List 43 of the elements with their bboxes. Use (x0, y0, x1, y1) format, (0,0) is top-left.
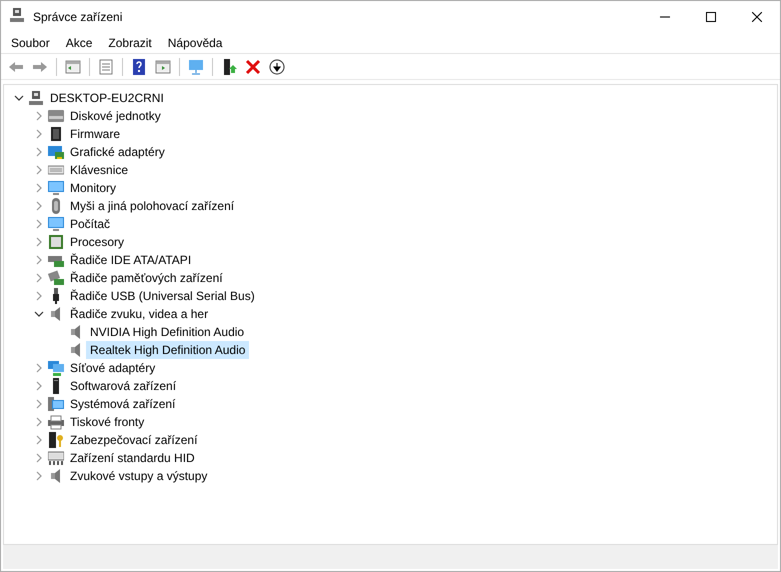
tree-item[interactable]: DESKTOP-EU2CRNI (46, 89, 168, 107)
tree-item[interactable]: Zařízení standardu HID (66, 449, 199, 467)
tree-item[interactable]: Firmware (66, 125, 124, 143)
tree-item[interactable]: Tiskové fronty (66, 413, 148, 431)
tree-item[interactable]: Klávesnice (66, 161, 132, 179)
tree-item[interactable]: NVIDIA High Definition Audio (86, 323, 248, 341)
keyboard-icon (48, 450, 64, 466)
tower-key-icon (48, 432, 64, 448)
tree-item[interactable]: Síťové adaptéry (66, 359, 160, 377)
processor-icon (48, 234, 64, 250)
monitor-icon (48, 216, 64, 232)
display-card-icon (48, 144, 64, 160)
window-title: Správce zařízeni (33, 10, 124, 24)
tree-item[interactable]: Řadiče IDE ATA/ATAPI (66, 251, 196, 269)
tree-item[interactable]: Počítač (66, 215, 114, 233)
printer-icon (48, 414, 64, 430)
monitor-icon (48, 180, 64, 196)
chip-icon (48, 126, 64, 142)
tree-item[interactable]: Grafické adaptéry (66, 143, 169, 161)
system-icon (48, 396, 64, 412)
menu-item[interactable]: Nápověda (160, 34, 230, 52)
tree-item[interactable]: Softwarová zařízení (66, 377, 180, 395)
tree-item[interactable]: Procesory (66, 233, 128, 251)
tree-item[interactable]: Monitory (66, 179, 120, 197)
tree-item[interactable]: Myši a jiná polohovací zařízení (66, 197, 238, 215)
computer-icon (9, 7, 25, 23)
menu-item[interactable]: Zobrazit (100, 34, 160, 52)
tree-item[interactable]: Řadiče USB (Universal Serial Bus) (66, 287, 259, 305)
tree-item[interactable]: Řadiče paměťových zařízení (66, 269, 227, 287)
tree-item[interactable]: Zvukové vstupy a výstupy (66, 467, 212, 485)
computer-icon (28, 90, 44, 106)
drive-icon (48, 108, 64, 124)
tree-item[interactable]: Zabezpečovací zařízení (66, 431, 202, 449)
menu-item[interactable]: Akce (58, 34, 100, 52)
tree-item[interactable]: Diskové jednotky (66, 107, 165, 125)
network-icon (48, 360, 64, 376)
tree-item[interactable]: Systémová zařízení (66, 395, 180, 413)
maximize-icon (706, 12, 716, 22)
tree-item[interactable]: Realtek High Definition Audio (86, 341, 250, 359)
tree-item[interactable]: Řadiče zvuku, videa a her (66, 305, 212, 323)
close-icon (752, 12, 762, 22)
menu-item[interactable]: Soubor (3, 34, 58, 52)
controller-card-icon (48, 270, 64, 286)
